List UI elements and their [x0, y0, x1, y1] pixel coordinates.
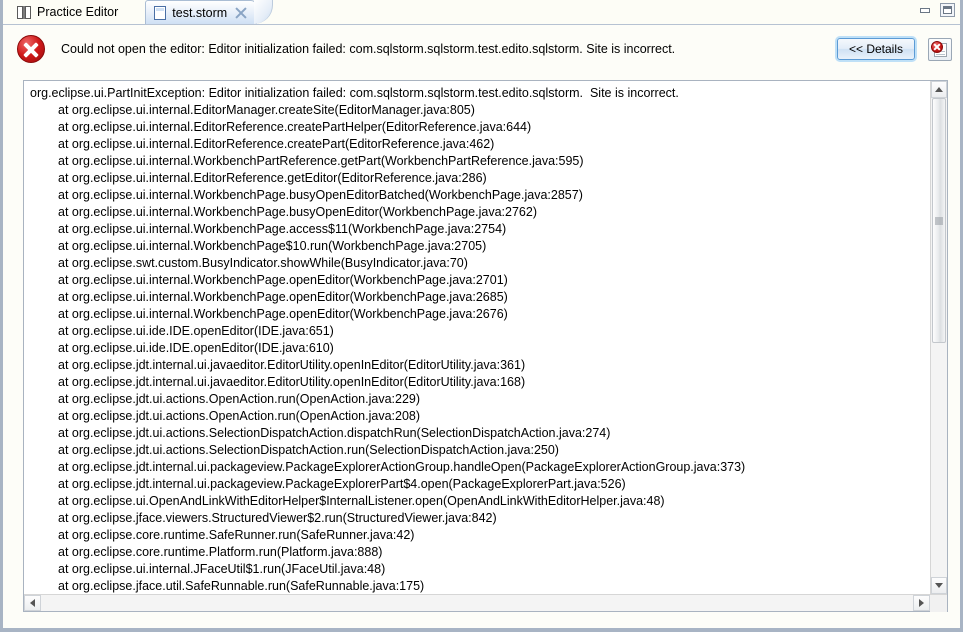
- window-controls: [918, 3, 955, 17]
- stack-trace-text[interactable]: org.eclipse.ui.PartInitException: Editor…: [24, 81, 930, 594]
- stack-trace-line: at org.eclipse.jdt.internal.ui.packagevi…: [58, 477, 626, 491]
- stack-trace-line: at org.eclipse.jface.util.SafeRunnable.r…: [58, 579, 425, 593]
- stack-trace-line: at org.eclipse.core.runtime.Platform.run…: [58, 545, 383, 559]
- tab-practice-editor[interactable]: Practice Editor: [9, 0, 127, 24]
- stack-trace-header: org.eclipse.ui.PartInitException: Editor…: [30, 86, 679, 100]
- vertical-scroll-thumb[interactable]: [932, 98, 946, 343]
- stack-trace-line: at org.eclipse.ui.internal.JFaceUtil$1.r…: [58, 562, 386, 576]
- close-icon[interactable]: [235, 6, 247, 19]
- stack-trace-line: at org.eclipse.ui.ide.IDE.openEditor(IDE…: [58, 341, 334, 355]
- arrow-down-icon: [935, 583, 943, 588]
- stack-trace-panel: org.eclipse.ui.PartInitException: Editor…: [23, 80, 948, 612]
- error-circle-icon: [17, 35, 45, 63]
- stack-trace-line: at org.eclipse.jdt.ui.actions.SelectionD…: [58, 426, 611, 440]
- stack-trace-line: at org.eclipse.core.runtime.SafeRunner.r…: [58, 528, 415, 542]
- scroll-down-button[interactable]: [931, 577, 947, 594]
- stack-trace-line: at org.eclipse.ui.ide.IDE.openEditor(IDE…: [58, 324, 334, 338]
- stack-trace-line: at org.eclipse.ui.internal.WorkbenchPage…: [58, 239, 487, 253]
- stack-trace-line: at org.eclipse.ui.internal.WorkbenchPage…: [58, 273, 508, 287]
- error-banner: Could not open the editor: Editor initia…: [3, 25, 960, 73]
- error-badge-icon: [931, 40, 943, 53]
- tab-strip: Practice Editor test.storm: [3, 0, 960, 25]
- stack-trace-line: at org.eclipse.ui.internal.EditorManager…: [58, 103, 475, 117]
- editor-window: Practice Editor test.storm Could not ope…: [0, 0, 963, 632]
- error-message: Could not open the editor: Editor initia…: [61, 42, 676, 56]
- scrollbar-corner: [930, 595, 947, 612]
- stack-trace-line: at org.eclipse.ui.internal.EditorReferen…: [58, 137, 495, 151]
- stack-trace-line: at org.eclipse.jdt.ui.actions.OpenAction…: [58, 409, 421, 423]
- error-log-button[interactable]: [928, 37, 952, 61]
- stack-trace-line: at org.eclipse.ui.internal.EditorReferen…: [58, 171, 487, 185]
- tab-label: Practice Editor: [37, 5, 119, 19]
- stack-trace-body: org.eclipse.ui.PartInitException: Editor…: [24, 81, 947, 594]
- stack-trace-line: at org.eclipse.ui.internal.WorkbenchPage…: [58, 290, 508, 304]
- stack-trace-line: at org.eclipse.jdt.internal.ui.packagevi…: [58, 460, 746, 474]
- stack-trace-line: at org.eclipse.swt.custom.BusyIndicator.…: [58, 256, 468, 270]
- tab-label: test.storm: [172, 5, 228, 20]
- arrow-left-icon: [30, 599, 35, 607]
- vertical-scrollbar[interactable]: [930, 81, 947, 594]
- stack-trace-line: at org.eclipse.ui.internal.WorkbenchPage…: [58, 307, 508, 321]
- stack-trace-line: at org.eclipse.ui.internal.EditorReferen…: [58, 120, 532, 134]
- stack-trace-line: at org.eclipse.jdt.internal.ui.javaedito…: [58, 375, 526, 389]
- arrow-right-icon: [919, 599, 924, 607]
- scroll-right-button[interactable]: [913, 595, 930, 611]
- scroll-up-button[interactable]: [931, 81, 947, 98]
- vertical-scroll-track[interactable]: [931, 98, 947, 577]
- stack-trace-line: at org.eclipse.ui.internal.WorkbenchPage…: [58, 205, 537, 219]
- scroll-grip-icon: [935, 217, 943, 224]
- details-button[interactable]: << Details: [837, 38, 915, 60]
- minimize-button[interactable]: [918, 3, 933, 17]
- tab-test-storm[interactable]: test.storm: [145, 0, 274, 24]
- stack-trace-line: at org.eclipse.ui.internal.WorkbenchPart…: [58, 154, 584, 168]
- book-icon: [17, 5, 31, 19]
- stack-trace-line: at org.eclipse.jdt.ui.actions.OpenAction…: [58, 392, 421, 406]
- stack-trace-line: at org.eclipse.ui.internal.WorkbenchPage…: [58, 222, 507, 236]
- stack-trace-line: at org.eclipse.jdt.internal.ui.javaedito…: [58, 358, 526, 372]
- scroll-left-button[interactable]: [24, 595, 41, 611]
- horizontal-scroll-track[interactable]: [41, 595, 913, 611]
- stack-trace-line: at org.eclipse.jdt.ui.actions.SelectionD…: [58, 443, 559, 457]
- horizontal-scrollbar[interactable]: [24, 594, 947, 612]
- stack-trace-line: at org.eclipse.ui.OpenAndLinkWithEditorH…: [58, 494, 665, 508]
- maximize-button[interactable]: [940, 3, 955, 17]
- document-icon: [154, 5, 167, 20]
- stack-trace-line: at org.eclipse.jface.viewers.StructuredV…: [58, 511, 497, 525]
- arrow-up-icon: [935, 87, 943, 92]
- stack-trace-line: at org.eclipse.ui.internal.WorkbenchPage…: [58, 188, 583, 202]
